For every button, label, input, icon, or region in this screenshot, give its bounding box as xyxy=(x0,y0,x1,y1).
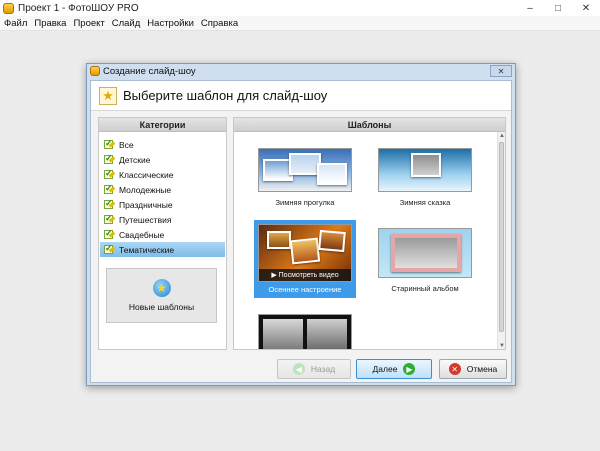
template-winter-tale[interactable]: Зимняя сказка xyxy=(374,148,476,207)
category-label: Свадебные xyxy=(119,229,165,240)
cancel-button[interactable]: ✕ Отмена xyxy=(439,359,507,379)
dialog-close-button[interactable]: ✕ xyxy=(490,65,512,77)
create-slideshow-dialog: Создание слайд-шоу ✕ ★ Выберите шаблон д… xyxy=(86,63,516,386)
template-winter-walk[interactable]: Зимняя прогулка xyxy=(254,148,356,207)
checkbox-icon[interactable] xyxy=(104,228,116,239)
dialog-header: ★ Выберите шаблон для слайд-шоу xyxy=(91,81,511,111)
template-film-strip[interactable] xyxy=(254,314,356,349)
photo-frame xyxy=(307,319,347,349)
new-templates-button[interactable]: ★ Новые шаблоны xyxy=(106,268,217,323)
cancel-icon: ✕ xyxy=(448,363,461,375)
template-thumbnail xyxy=(258,148,352,192)
template-thumbnail xyxy=(258,314,352,349)
maximize-button[interactable]: □ xyxy=(544,0,572,16)
next-arrow-icon: ▶ xyxy=(403,363,416,375)
star-icon: ★ xyxy=(99,86,117,105)
category-item-holiday[interactable]: Праздничные xyxy=(100,197,225,212)
category-label: Путешествия xyxy=(119,214,172,225)
template-thumbnail xyxy=(378,228,472,278)
template-label: Зимняя прогулка xyxy=(275,198,335,207)
photo-frame xyxy=(391,234,461,272)
photo-frame xyxy=(263,319,303,349)
checkbox-icon[interactable] xyxy=(104,243,116,254)
category-item-youth[interactable]: Молодежные xyxy=(100,182,225,197)
photo-frame xyxy=(411,153,441,177)
photo-frame xyxy=(289,237,321,265)
category-item-thematic[interactable]: Тематические xyxy=(100,242,225,257)
category-item-wedding[interactable]: Свадебные xyxy=(100,227,225,242)
template-label: Осеннее настроение xyxy=(268,285,342,294)
new-templates-icon: ★ xyxy=(152,279,171,297)
category-label: Тематические xyxy=(119,244,175,255)
categories-header: Категории xyxy=(99,118,226,132)
category-label: Все xyxy=(119,139,134,150)
dialog-logo-icon xyxy=(90,66,100,76)
category-item-classic[interactable]: Классические xyxy=(100,167,225,182)
checkbox-icon[interactable] xyxy=(104,153,116,164)
back-label: Назад xyxy=(310,364,336,374)
app-logo-icon xyxy=(3,2,14,14)
dialog-body: ★ Выберите шаблон для слайд-шоу Категори… xyxy=(90,80,512,383)
template-label: Старинный альбом xyxy=(391,284,459,293)
checkbox-icon[interactable] xyxy=(104,198,116,209)
menu-project[interactable]: Проект xyxy=(73,18,104,29)
category-label: Детские xyxy=(119,154,151,165)
category-list: Все Детские Классические Молодежные Праз… xyxy=(99,132,226,257)
play-icon: ▶ xyxy=(271,272,279,279)
scroll-up-icon[interactable]: ▲ xyxy=(498,132,505,140)
menu-settings[interactable]: Настройки xyxy=(147,18,194,29)
template-autumn-mood[interactable]: ▶ Посмотреть видео Осеннее настроение xyxy=(254,220,356,298)
categories-panel: Категории Все Детские Классические Молод… xyxy=(98,117,227,350)
preview-video-label: Посмотреть видео xyxy=(278,271,339,279)
dialog-titlebar: Создание слайд-шоу ✕ xyxy=(87,64,515,78)
dialog-heading: Выберите шаблон для слайд-шоу xyxy=(123,88,328,103)
close-button[interactable]: ✕ xyxy=(572,0,600,16)
checkbox-icon[interactable] xyxy=(104,183,116,194)
checkbox-icon[interactable] xyxy=(104,138,116,149)
preview-video-button[interactable]: ▶ Посмотреть видео xyxy=(259,269,351,281)
minimize-button[interactable]: – xyxy=(516,0,544,16)
category-item-travel[interactable]: Путешествия xyxy=(100,212,225,227)
category-label: Классические xyxy=(119,169,174,180)
category-item-all[interactable]: Все xyxy=(100,137,225,152)
category-label: Молодежные xyxy=(119,184,172,195)
scroll-down-icon[interactable]: ▼ xyxy=(498,342,505,349)
template-label: Зимняя сказка xyxy=(399,198,451,207)
photo-frame xyxy=(318,229,346,253)
templates-header: Шаблоны xyxy=(234,118,505,132)
menu-file[interactable]: Файл xyxy=(4,18,27,29)
checkbox-icon[interactable] xyxy=(104,168,116,179)
category-label: Праздничные xyxy=(119,199,173,210)
checkbox-icon[interactable] xyxy=(104,213,116,224)
back-arrow-icon: ◀ xyxy=(292,363,305,375)
next-label: Далее xyxy=(372,364,398,374)
photo-frame xyxy=(317,163,347,185)
cancel-label: Отмена xyxy=(466,364,498,374)
new-templates-label: Новые шаблоны xyxy=(128,302,195,312)
app-titlebar: Проект 1 - ФотоШОУ PRO – □ ✕ xyxy=(0,0,600,16)
window-controls: – □ ✕ xyxy=(516,0,600,16)
menu-help[interactable]: Справка xyxy=(201,18,238,29)
photo-frame xyxy=(267,231,291,249)
scroll-thumb[interactable] xyxy=(499,142,504,332)
menu-bar: Файл Правка Проект Слайд Настройки Справ… xyxy=(0,16,600,31)
templates-panel: Шаблоны Зимняя прогулка Зимняя сказка ▶ … xyxy=(233,117,506,350)
category-item-kids[interactable]: Детские xyxy=(100,152,225,167)
menu-edit[interactable]: Правка xyxy=(34,18,66,29)
dialog-title: Создание слайд-шоу xyxy=(103,65,196,77)
menu-slide[interactable]: Слайд xyxy=(112,18,141,29)
template-thumbnail: ▶ Посмотреть видео xyxy=(258,224,352,282)
template-vintage-album[interactable]: Старинный альбом xyxy=(374,228,476,293)
app-title: Проект 1 - ФотоШОУ PRO xyxy=(18,2,139,14)
next-button[interactable]: Далее ▶ xyxy=(356,359,432,379)
back-button[interactable]: ◀ Назад xyxy=(277,359,351,379)
templates-scrollbar[interactable]: ▲ ▼ xyxy=(497,132,505,349)
template-thumbnail xyxy=(378,148,472,192)
